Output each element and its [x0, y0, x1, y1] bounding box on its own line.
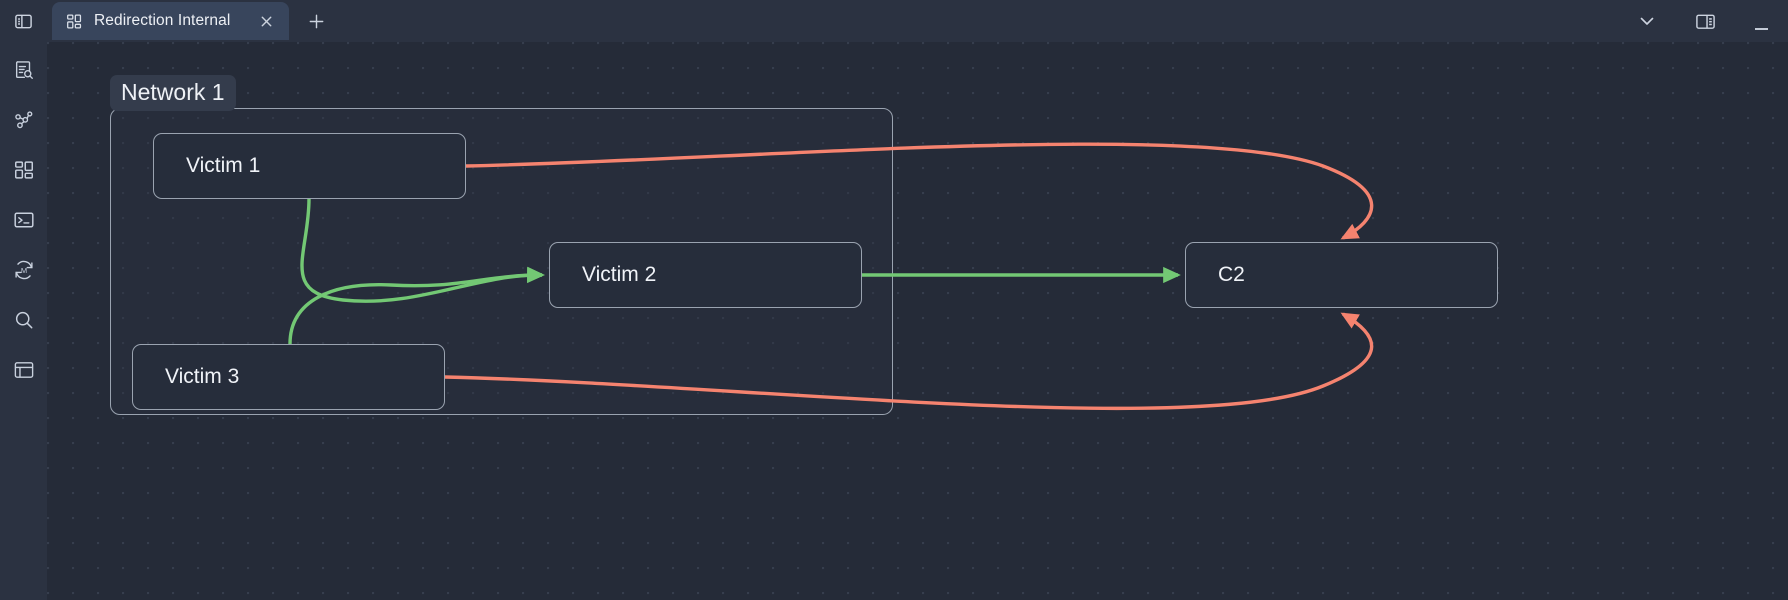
- group-network-1-label: Network 1: [110, 75, 236, 111]
- svg-text:M: M: [20, 266, 26, 275]
- node-victim-1[interactable]: Victim 1: [153, 133, 466, 199]
- panel-right-icon[interactable]: [1690, 6, 1720, 36]
- title-bar-right: [1632, 6, 1788, 36]
- node-c2[interactable]: C2: [1185, 242, 1498, 308]
- activity-bar: M: [0, 42, 47, 600]
- tab-redirection-internal[interactable]: Redirection Internal: [52, 2, 290, 40]
- chevron-down-icon[interactable]: [1632, 6, 1662, 36]
- sidebar-item-graph[interactable]: [8, 104, 40, 136]
- node-victim-3-label: Victim 3: [165, 365, 240, 388]
- sidebar-item-listeners[interactable]: [8, 354, 40, 386]
- sidebar-item-search[interactable]: [8, 304, 40, 336]
- panel-left-icon[interactable]: [8, 6, 38, 36]
- grid-dashboard-icon: [66, 13, 83, 30]
- sidebar-item-terminal[interactable]: [8, 204, 40, 236]
- node-victim-2-label: Victim 2: [582, 263, 657, 286]
- tab-label: Redirection Internal: [94, 12, 231, 29]
- node-victim-1-label: Victim 1: [186, 154, 261, 177]
- new-tab-button[interactable]: [301, 6, 331, 36]
- graph-canvas[interactable]: Network 1 Victim 1 Victim 2 Victim 3 C2: [47, 42, 1788, 600]
- title-bar-left: Redirection Internal: [0, 2, 331, 40]
- tab-close-icon[interactable]: [255, 10, 277, 32]
- node-c2-label: C2: [1218, 263, 1245, 286]
- node-victim-3[interactable]: Victim 3: [132, 344, 445, 410]
- sidebar-item-dashboard[interactable]: [8, 154, 40, 186]
- sidebar-item-reports[interactable]: [8, 54, 40, 86]
- sidebar-item-modules[interactable]: M: [8, 254, 40, 286]
- title-bar: Redirection Internal: [0, 0, 1788, 42]
- minimize-button[interactable]: [1748, 8, 1774, 34]
- app-window: Redirection Internal M Network 1 Victim …: [0, 0, 1788, 600]
- node-victim-2[interactable]: Victim 2: [549, 242, 862, 308]
